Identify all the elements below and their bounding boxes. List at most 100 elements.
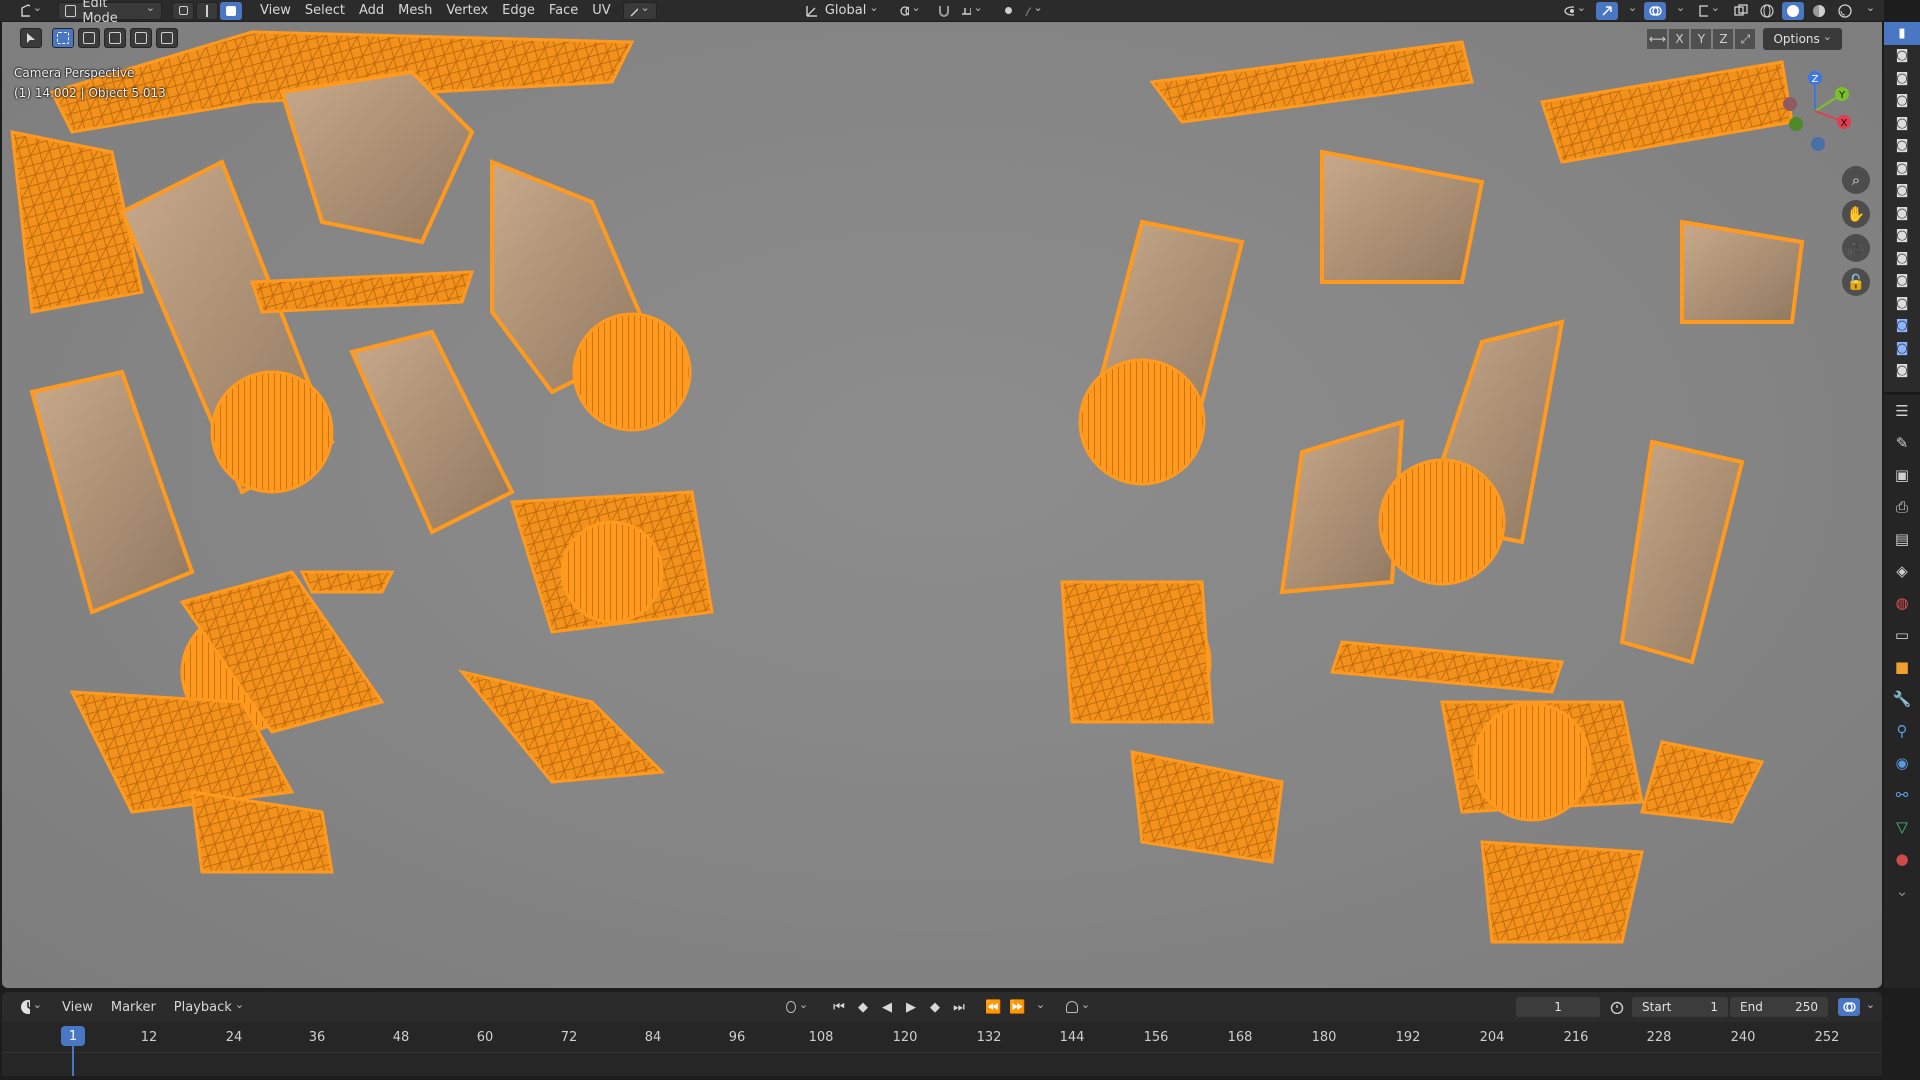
next-keyframe-button[interactable]: ◆ [924,998,946,1016]
mode-selector[interactable]: Edit Mode [58,0,162,26]
onion-skin-button[interactable] [1060,998,1096,1016]
camera-icon[interactable]: ◙ [1884,247,1920,270]
camera-icon[interactable]: ◙ [1884,270,1920,293]
camera-icon[interactable]: ◙ [1884,112,1920,135]
play-button[interactable]: ▶ [900,998,922,1016]
snap-toggle[interactable] [931,2,955,20]
timeline-ruler[interactable]: 1 12 24 36 48 60 72 84 96 108 120 132 14… [2,1022,1882,1076]
proportional-edit-toggle[interactable] [999,2,1019,20]
camera-icon[interactable]: ◙ [1884,157,1920,180]
menu-uv[interactable]: UV [586,2,616,20]
mirror-y-toggle[interactable]: Y [1691,29,1712,49]
timeline-menu-view[interactable]: View [56,998,99,1016]
camera-icon[interactable]: ◙ [1884,90,1920,113]
jump-end-button[interactable]: ⏭ [948,998,970,1016]
prev-marker-button[interactable]: ⏪ [982,998,1004,1016]
keying-dropdown[interactable] [1030,998,1048,1016]
mirror-z-toggle[interactable]: Z [1713,29,1734,49]
physics-tab-icon[interactable]: ◉ [1884,747,1920,779]
select-box-extend-button[interactable] [78,28,100,48]
output-tab-icon[interactable]: ⎙ [1884,491,1920,523]
play-reverse-button[interactable]: ◀ [876,998,898,1016]
jump-start-button[interactable]: ⏮ [828,998,850,1016]
texture-tab-icon[interactable]: ⌄ [1884,875,1920,907]
camera-icon[interactable]: ◙ [1884,315,1920,338]
modifier-tab-icon[interactable]: 🔧 [1884,683,1920,715]
shading-solid[interactable] [1782,1,1804,20]
outliner-active-icon[interactable]: ▮ [1884,22,1920,45]
particles-tab-icon[interactable]: ⚲ [1884,715,1920,747]
timeline-menu-marker[interactable]: Marker [105,998,162,1016]
overlays-toggle[interactable] [1644,1,1666,20]
current-frame-field[interactable]: 1 [1516,997,1601,1017]
transform-orientation[interactable]: Global [797,2,887,20]
menu-view[interactable]: View [254,2,297,20]
camera-icon[interactable]: ◙ [1884,360,1920,383]
world-tab-icon[interactable]: ◍ [1884,587,1920,619]
mirror-x-toggle[interactable]: X [1669,29,1690,49]
timeline-overlays-dropdown[interactable] [1860,998,1878,1016]
camera-icon[interactable]: ◙ [1884,135,1920,158]
next-marker-button[interactable]: ⏩ [1006,998,1028,1016]
camera-icon[interactable]: ◙ [1884,337,1920,360]
menu-vertex[interactable]: Vertex [440,2,494,20]
camera-icon[interactable]: ◙ [1884,202,1920,225]
navigation-gizmo[interactable]: Z Y X [1770,66,1860,156]
zoom-view-button[interactable]: ⌕ [1842,166,1870,194]
select-box-invert-button[interactable] [130,28,152,48]
editor-type-button[interactable] [14,2,48,20]
prev-keyframe-button[interactable]: ◆ [852,998,874,1016]
end-frame-field[interactable]: End 250 [1730,997,1829,1017]
playhead-frame[interactable]: 1 [61,1026,85,1046]
camera-icon[interactable]: ◙ [1884,180,1920,203]
shading-material[interactable] [1808,2,1830,20]
snap-target-button[interactable] [955,2,989,20]
scene-tab-icon[interactable]: ◈ [1884,555,1920,587]
constraints-tab-icon[interactable]: ⚯ [1884,779,1920,811]
timeline-overlays-toggle[interactable] [1838,998,1861,1016]
material-tab-icon[interactable]: ● [1884,843,1920,875]
camera-view-button[interactable]: 🎥 [1842,234,1870,262]
lock-camera-button[interactable]: 🔓 [1842,268,1870,296]
camera-icon[interactable]: ◙ [1884,225,1920,248]
uv-sync-button[interactable] [622,1,657,20]
select-box-new-button[interactable] [52,28,74,48]
select-tool-button[interactable] [20,28,42,48]
menu-edge[interactable]: Edge [496,2,541,20]
start-frame-field[interactable]: Start 1 [1632,997,1729,1017]
pan-view-button[interactable]: ✋ [1842,200,1870,228]
menu-mesh[interactable]: Mesh [392,2,438,20]
camera-icon[interactable]: ◙ [1884,67,1920,90]
view-layer-tab-icon[interactable]: ▤ [1884,523,1920,555]
shading-rendered[interactable] [1834,2,1856,20]
auto-merge-icon[interactable]: ⤢ [1735,29,1756,49]
object-tab-icon[interactable]: ■ [1884,651,1920,683]
collection-tab-icon[interactable]: ▭ [1884,619,1920,651]
timeline-editor-type[interactable] [14,998,48,1016]
menu-select[interactable]: Select [299,2,351,20]
xray-toggle[interactable] [1730,2,1752,20]
preview-range-toggle[interactable] [1606,998,1628,1016]
timeline-menu-playback[interactable]: Playback [168,998,250,1016]
vertex-select-button[interactable] [172,1,194,20]
options-dropdown[interactable]: Options [1763,28,1842,50]
shading-wireframe[interactable] [1756,2,1778,20]
select-box-intersect-button[interactable] [156,28,178,48]
render-tab-icon[interactable]: ▣ [1884,459,1920,491]
camera-icon[interactable]: ◙ [1884,45,1920,68]
camera-icon[interactable]: ◙ [1884,292,1920,315]
auto-keying-toggle[interactable] [780,998,814,1016]
edge-select-button[interactable] [196,1,218,20]
3d-viewport[interactable]: Camera Perspective (1) 14.002 | Object 5… [2,22,1882,988]
falloff-button[interactable] [1019,2,1049,20]
menu-face[interactable]: Face [543,2,584,20]
properties-menu-icon[interactable]: ☰ [1884,395,1920,427]
select-box-subtract-button[interactable] [104,28,126,48]
gizmo-toggle[interactable] [1596,1,1618,20]
visibility-button[interactable] [1558,2,1592,20]
shading-dropdown[interactable] [1860,2,1878,20]
data-tab-icon[interactable]: ▽ [1884,811,1920,843]
gizmo-dropdown[interactable] [1622,2,1640,20]
mesh-edit-overlays[interactable] [1692,2,1726,20]
overlays-dropdown[interactable] [1670,2,1688,20]
